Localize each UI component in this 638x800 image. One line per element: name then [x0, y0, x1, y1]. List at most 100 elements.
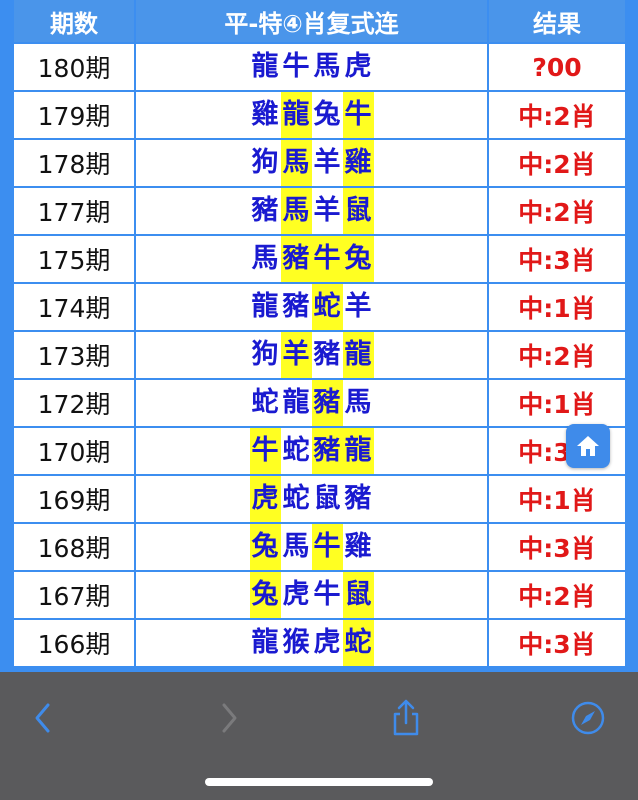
zodiac: 蛇 [282, 483, 310, 514]
zodiac: 牛 [282, 51, 310, 82]
share-icon [393, 699, 419, 736]
zodiac-combo-cell: 狗羊豬龍 [136, 332, 487, 378]
zodiac-hit: 蛇 [342, 620, 374, 666]
zodiac-hit: 羊 [280, 332, 312, 378]
zodiac-hit: 牛 [249, 428, 281, 474]
result-cell: 中:1肖 [489, 284, 625, 330]
zodiac: 馬 [344, 387, 372, 418]
period-cell: 170期 [14, 428, 134, 474]
zodiac: 鼠 [313, 483, 341, 514]
zodiac: 狗 [251, 147, 279, 178]
zodiac-hit: 鼠 [342, 188, 374, 234]
home-indicator[interactable] [205, 778, 433, 786]
share-button[interactable] [384, 696, 428, 740]
zodiac-combo-cell: 龍牛馬虎 [136, 44, 487, 90]
result-cell: 中:1肖 [489, 380, 625, 426]
zodiac: 龍 [251, 627, 279, 658]
zodiac: 豬 [313, 339, 341, 370]
home-button[interactable] [566, 424, 610, 468]
zodiac: 狗 [251, 339, 279, 370]
zodiac-hit: 雞 [342, 140, 374, 186]
zodiac-hit: 豬 [280, 236, 312, 282]
zodiac-combo-cell: 雞龍兔牛 [136, 92, 487, 138]
zodiac-hit: 龍 [342, 332, 374, 378]
zodiac: 龍 [282, 387, 310, 418]
zodiac-hit: 龍 [280, 92, 312, 138]
zodiac-hit: 豬 [311, 428, 343, 474]
zodiac: 羊 [313, 147, 341, 178]
period-cell: 166期 [14, 620, 134, 666]
zodiac-combo-cell: 馬豬牛兔 [136, 236, 487, 282]
zodiac: 豬 [282, 291, 310, 322]
zodiac-hit: 馬 [280, 188, 312, 234]
compass-icon [571, 701, 605, 735]
zodiac-hit: 兔 [249, 572, 281, 618]
zodiac: 龍 [251, 291, 279, 322]
zodiac-hit: 豬 [311, 380, 343, 426]
period-cell: 175期 [14, 236, 134, 282]
zodiac-hit: 馬 [280, 140, 312, 186]
zodiac: 蛇 [251, 387, 279, 418]
period-cell: 178期 [14, 140, 134, 186]
forward-button[interactable] [206, 696, 250, 740]
zodiac-combo-cell: 虎蛇鼠豬 [136, 476, 487, 522]
zodiac-hit: 龍 [342, 428, 374, 474]
period-cell: 173期 [14, 332, 134, 378]
result-cell: 中:3肖 [489, 620, 625, 666]
back-button[interactable] [22, 696, 66, 740]
zodiac-combo-cell: 狗馬羊雞 [136, 140, 487, 186]
result-cell: 中:3肖 [489, 524, 625, 570]
period-cell: 177期 [14, 188, 134, 234]
results-table-frame: 期数 平-特④肖复式连 结果 180期龍牛馬虎 ?00 179期雞龍兔牛中:2肖 17… [0, 0, 638, 680]
zodiac: 馬 [282, 531, 310, 562]
zodiac: 猴 [282, 627, 310, 658]
zodiac-combo-cell: 龍豬蛇羊 [136, 284, 487, 330]
zodiac: 兔 [313, 99, 341, 130]
zodiac-hit: 虎 [249, 476, 281, 522]
chevron-right-icon [222, 703, 237, 733]
result-cell: 中:1肖 [489, 476, 625, 522]
result-cell: 中:2肖 [489, 92, 625, 138]
zodiac: 蛇 [282, 435, 310, 466]
header-period: 期数 [14, 0, 134, 42]
zodiac: 豬 [251, 195, 279, 226]
zodiac: 虎 [282, 579, 310, 610]
results-table: 期数 平-特④肖复式连 结果 180期龍牛馬虎 ?00 179期雞龍兔牛中:2肖 17… [14, 0, 625, 668]
zodiac-hit: 牛 [311, 524, 343, 570]
zodiac-hit: 牛 [342, 92, 374, 138]
period-cell: 169期 [14, 476, 134, 522]
zodiac-combo-cell: 兔馬牛雞 [136, 524, 487, 570]
zodiac: 豬 [344, 483, 372, 514]
header-result: 结果 [489, 0, 625, 42]
result-cell: ?00 [489, 44, 625, 90]
period-cell: 167期 [14, 572, 134, 618]
header-combo: 平-特④肖复式连 [136, 0, 487, 42]
compass-button[interactable] [566, 696, 610, 740]
period-cell: 179期 [14, 92, 134, 138]
chevron-left-icon [35, 703, 50, 733]
zodiac-combo-cell: 蛇龍豬馬 [136, 380, 487, 426]
zodiac-hit: 蛇 [311, 284, 343, 330]
period-cell: 174期 [14, 284, 134, 330]
home-icon [577, 436, 599, 456]
zodiac-combo-cell: 豬馬羊鼠 [136, 188, 487, 234]
zodiac: 虎 [313, 627, 341, 658]
period-cell: 168期 [14, 524, 134, 570]
zodiac: 羊 [344, 291, 372, 322]
result-cell: 中:2肖 [489, 332, 625, 378]
zodiac: 雞 [344, 531, 372, 562]
result-cell: 中:2肖 [489, 572, 625, 618]
period-cell: 180期 [14, 44, 134, 90]
zodiac: 龍 [251, 51, 279, 82]
zodiac: 馬 [251, 243, 279, 274]
period-cell: 172期 [14, 380, 134, 426]
result-cell: 中:2肖 [489, 188, 625, 234]
result-cell: 中:3肖 [489, 236, 625, 282]
zodiac-hit: 兔 [249, 524, 281, 570]
zodiac-hit: 鼠 [342, 572, 374, 618]
zodiac-hit: 兔 [342, 236, 374, 282]
zodiac-combo-cell: 兔虎牛鼠 [136, 572, 487, 618]
zodiac-hit: 牛 [311, 236, 343, 282]
result-cell: 中:2肖 [489, 140, 625, 186]
zodiac: 虎 [344, 51, 372, 82]
